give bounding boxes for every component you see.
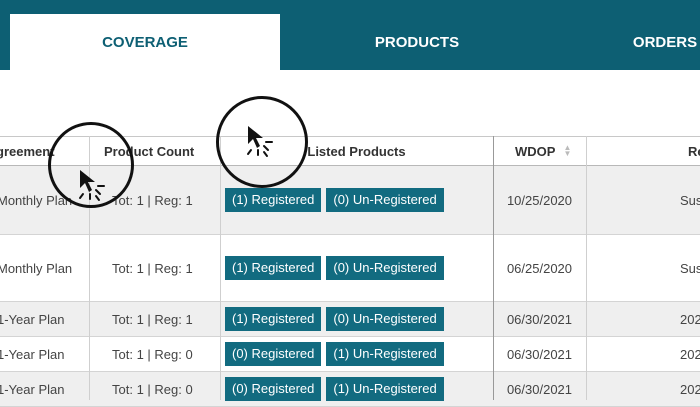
header-wdop-label: WDOP xyxy=(515,143,556,159)
cell-product-count: Tot: 1 | Reg: 0 xyxy=(112,346,193,362)
registered-badge[interactable]: (1) Registered xyxy=(225,307,322,331)
table-row[interactable]: 1-Year Plan Tot: 1 | Reg: 0 (0) Register… xyxy=(0,372,700,407)
cell-agreement: 1-Year Plan xyxy=(0,346,65,362)
registered-badge[interactable]: (1) Registered xyxy=(225,256,322,280)
cell-last: Sus xyxy=(680,260,700,276)
registered-badge[interactable]: (0) Registered xyxy=(225,377,322,401)
header-agreement[interactable]: greement xyxy=(0,137,86,165)
column-divider xyxy=(220,136,221,400)
cell-product-count: Tot: 1 | Reg: 1 xyxy=(112,311,193,327)
column-divider xyxy=(586,136,587,400)
column-divider xyxy=(89,136,90,400)
cell-agreement: 1-Year Plan xyxy=(0,311,65,327)
cell-listed-products: (1) Registered (0) Un-Registered xyxy=(220,166,493,234)
cell-listed-products: (1) Registered (0) Un-Registered xyxy=(220,302,493,336)
cell-wdop: 06/30/2021 xyxy=(506,311,573,327)
unregistered-badge[interactable]: (1) Un-Registered xyxy=(326,377,444,401)
table-header-row: greement Product Count Listed Products W… xyxy=(0,137,700,166)
header-wdop[interactable]: WDOP ▲ ▼ xyxy=(493,137,586,165)
coverage-table: greement Product Count Listed Products W… xyxy=(0,136,700,407)
cell-wdop: 06/25/2020 xyxy=(506,260,573,276)
tab-orders[interactable]: ORDERS xyxy=(600,14,700,70)
cell-last: 202 xyxy=(680,346,700,362)
cell-agreement: Monthly Plan xyxy=(0,192,73,208)
table-row[interactable]: 1-Year Plan Tot: 1 | Reg: 1 (1) Register… xyxy=(0,302,700,337)
tab-coverage[interactable]: COVERAGE xyxy=(10,14,280,70)
unregistered-badge[interactable]: (1) Un-Registered xyxy=(326,342,444,366)
unregistered-badge[interactable]: (0) Un-Registered xyxy=(326,256,444,280)
registered-badge[interactable]: (0) Registered xyxy=(225,342,322,366)
cell-product-count: Tot: 1 | Reg: 0 xyxy=(112,381,193,397)
table-row[interactable]: 1-Year Plan Tot: 1 | Reg: 0 (0) Register… xyxy=(0,337,700,372)
header-product-count[interactable]: Product Count xyxy=(90,137,220,165)
cell-wdop: 06/30/2021 xyxy=(506,346,573,362)
sort-arrows-icon[interactable]: ▲ ▼ xyxy=(563,144,571,158)
cell-product-count: Tot: 1 | Reg: 1 xyxy=(112,192,193,208)
registered-badge[interactable]: (1) Registered xyxy=(225,188,322,212)
tab-products[interactable]: PRODUCTS xyxy=(282,14,552,70)
header-last[interactable]: Re xyxy=(586,137,700,165)
cell-product-count: Tot: 1 | Reg: 1 xyxy=(112,260,193,276)
cell-last: 202 xyxy=(680,381,700,397)
cell-wdop: 06/30/2021 xyxy=(506,381,573,397)
table-row[interactable]: Monthly Plan Tot: 1 | Reg: 1 (1) Registe… xyxy=(0,166,700,235)
tab-bar: COVERAGE PRODUCTS ORDERS xyxy=(0,0,700,70)
cell-last: Sus xyxy=(680,192,700,208)
header-listed-products[interactable]: Listed Products xyxy=(220,137,493,165)
cell-listed-products: (0) Registered (1) Un-Registered xyxy=(220,337,493,371)
cell-listed-products: (0) Registered (1) Un-Registered xyxy=(220,372,493,406)
table-row[interactable]: Monthly Plan Tot: 1 | Reg: 1 (1) Registe… xyxy=(0,235,700,302)
cell-agreement: 1-Year Plan xyxy=(0,381,65,397)
cell-wdop: 10/25/2020 xyxy=(506,192,573,208)
unregistered-badge[interactable]: (0) Un-Registered xyxy=(326,188,444,212)
cell-last: 202 xyxy=(680,311,700,327)
cell-listed-products: (1) Registered (0) Un-Registered xyxy=(220,235,493,301)
column-divider xyxy=(493,136,494,400)
unregistered-badge[interactable]: (0) Un-Registered xyxy=(326,307,444,331)
cell-agreement: Monthly Plan xyxy=(0,260,73,276)
